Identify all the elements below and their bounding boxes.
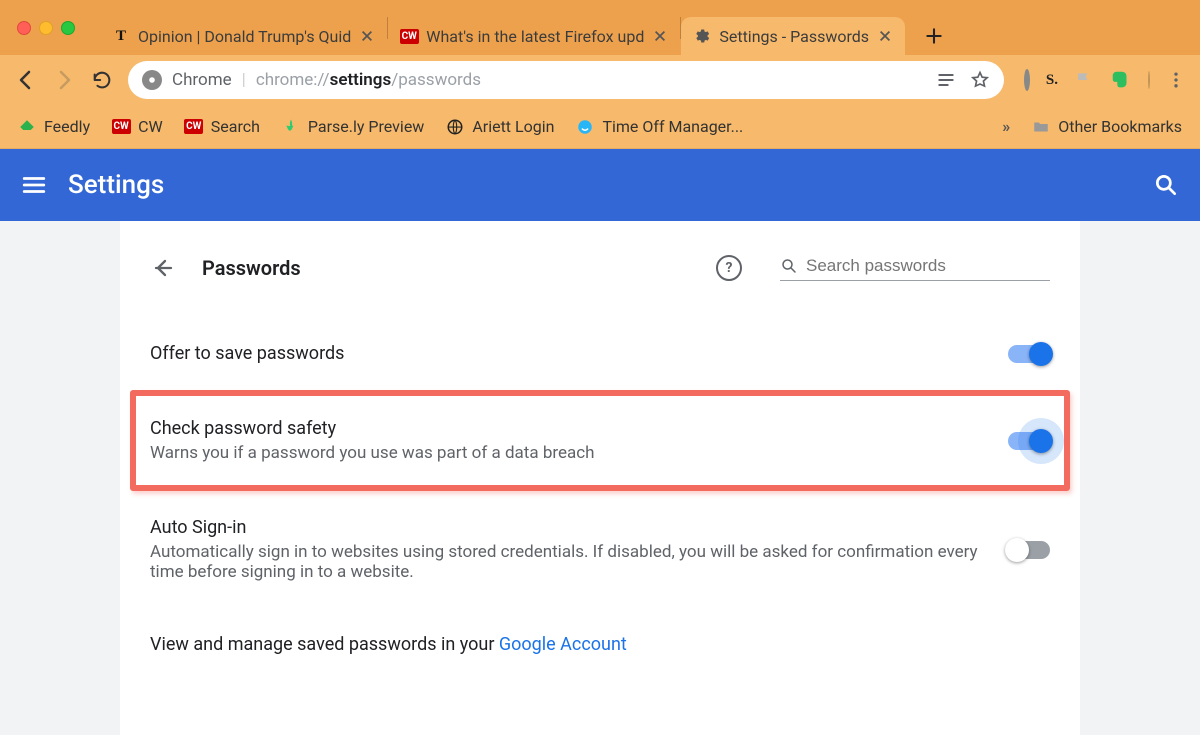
settings-title: Settings <box>68 170 1132 200</box>
bookmark-search[interactable]: CW Search <box>185 117 260 136</box>
check-password-safety-row: Check password safety Warns you if a pas… <box>150 396 1050 485</box>
cw-icon: CW <box>112 118 130 136</box>
tab-0[interactable]: T Opinion | Donald Trump's Quid <box>100 17 387 55</box>
settings-search-icon[interactable] <box>1152 171 1180 199</box>
parsely-icon <box>282 118 300 136</box>
auto-signin-toggle[interactable] <box>1008 541 1050 559</box>
bookmark-label: Feedly <box>44 117 90 136</box>
bookmark-ariett[interactable]: Ariett Login <box>446 117 554 136</box>
bookmark-label: Search <box>211 117 260 136</box>
tab-1-close-icon[interactable] <box>652 28 668 44</box>
url-divider: | <box>242 70 246 90</box>
address-bar[interactable]: Chrome | chrome://settings/passwords <box>128 61 1004 99</box>
reload-button[interactable] <box>90 68 114 92</box>
toolbar: Chrome | chrome://settings/passwords S. <box>0 55 1200 105</box>
bookmark-label: Time Off Manager... <box>602 117 743 136</box>
new-tab-button[interactable] <box>915 17 953 55</box>
extension-2-icon[interactable]: S. <box>1046 72 1058 89</box>
url-text: chrome://settings/passwords <box>256 70 481 90</box>
offer-save-toggle[interactable] <box>1008 345 1050 363</box>
tab-0-label: Opinion | Donald Trump's Quid <box>138 27 351 46</box>
settings-body: Passwords ? Offer to save passwords <box>0 221 1200 735</box>
tab-2-active[interactable]: Settings - Passwords <box>681 17 905 55</box>
check-safety-subtitle: Warns you if a password you use was part… <box>150 443 988 463</box>
maximize-window-button[interactable] <box>61 21 75 35</box>
minimize-window-button[interactable] <box>39 21 53 35</box>
section-title: Passwords <box>202 256 690 280</box>
bookmark-parsely[interactable]: Parse.ly Preview <box>282 117 424 136</box>
forward-button[interactable] <box>52 68 76 92</box>
reader-mode-icon[interactable] <box>936 70 956 90</box>
bookmark-cw[interactable]: CW CW <box>112 117 163 136</box>
globe-icon <box>446 118 464 136</box>
back-arrow-icon[interactable] <box>150 255 176 281</box>
bookmark-label: CW <box>138 117 163 136</box>
close-window-button[interactable] <box>17 21 31 35</box>
tab-2-close-icon[interactable] <box>877 28 893 44</box>
tab-strip: T Opinion | Donald Trump's Quid CW What'… <box>100 0 1200 55</box>
offer-save-passwords-row: Offer to save passwords <box>150 321 1050 386</box>
gear-favicon-icon <box>693 27 711 45</box>
bookmarks-bar: Feedly CW CW CW Search Parse.ly Preview … <box>0 105 1200 149</box>
extension-evernote-icon[interactable] <box>1110 69 1132 91</box>
tab-1[interactable]: CW What's in the latest Firefox upd <box>388 17 680 55</box>
other-bookmarks-label: Other Bookmarks <box>1058 117 1182 136</box>
passwords-card: Passwords ? Offer to save passwords <box>120 221 1080 735</box>
auto-signin-row: Auto Sign-in Automatically sign in to we… <box>150 495 1050 604</box>
tab-0-close-icon[interactable] <box>359 28 375 44</box>
titlebar: T Opinion | Donald Trump's Quid CW What'… <box>0 0 1200 55</box>
url-chip-label: Chrome <box>172 70 232 90</box>
manage-passwords-row: View and manage saved passwords in your … <box>150 604 1050 677</box>
google-account-link[interactable]: Google Account <box>499 634 627 655</box>
settings-header: Settings <box>0 149 1200 221</box>
bookmark-label: Ariett Login <box>472 117 554 136</box>
cw-icon: CW <box>185 118 203 136</box>
bookmark-timeoff[interactable]: Time Off Manager... <box>576 117 743 136</box>
profile-avatar[interactable] <box>1148 72 1150 88</box>
search-icon <box>780 257 798 275</box>
extension-flag-icon[interactable] <box>1074 70 1094 90</box>
help-icon[interactable]: ? <box>716 255 742 281</box>
tab-2-label: Settings - Passwords <box>719 27 869 46</box>
extension-1-icon[interactable] <box>1024 72 1030 88</box>
chrome-menu-icon[interactable] <box>1166 70 1186 90</box>
tab-1-label: What's in the latest Firefox upd <box>426 27 644 46</box>
highlighted-setting: Check password safety Warns you if a pas… <box>130 390 1070 491</box>
menu-icon[interactable] <box>20 171 48 199</box>
bookmark-star-icon[interactable] <box>970 70 990 90</box>
bookmarks-overflow-icon[interactable]: » <box>1002 117 1010 136</box>
bookmark-label: Parse.ly Preview <box>308 117 424 136</box>
auto-signin-title: Auto Sign-in <box>150 517 988 538</box>
folder-icon <box>1032 118 1050 136</box>
nyt-favicon-icon: T <box>112 27 130 45</box>
offer-save-title: Offer to save passwords <box>150 343 988 364</box>
card-header: Passwords ? <box>150 241 1050 291</box>
app-icon <box>576 118 594 136</box>
check-safety-toggle[interactable] <box>1008 432 1050 450</box>
check-safety-title: Check password safety <box>150 418 988 439</box>
window-controls <box>17 21 75 35</box>
feedly-icon <box>18 118 36 136</box>
other-bookmarks-button[interactable]: Other Bookmarks <box>1032 117 1182 136</box>
bookmark-feedly[interactable]: Feedly <box>18 117 90 136</box>
extensions-area: S. <box>1024 69 1186 91</box>
password-search-field[interactable] <box>780 256 1050 281</box>
auto-signin-subtitle: Automatically sign in to websites using … <box>150 542 988 582</box>
browser-window: T Opinion | Donald Trump's Quid CW What'… <box>0 0 1200 735</box>
page-content: Settings Passwords ? <box>0 149 1200 735</box>
cw-favicon-icon: CW <box>400 27 418 45</box>
back-button[interactable] <box>14 68 38 92</box>
site-info-icon[interactable] <box>142 70 162 90</box>
manage-text: View and manage saved passwords in your <box>150 634 499 655</box>
password-search-input[interactable] <box>806 256 1050 276</box>
